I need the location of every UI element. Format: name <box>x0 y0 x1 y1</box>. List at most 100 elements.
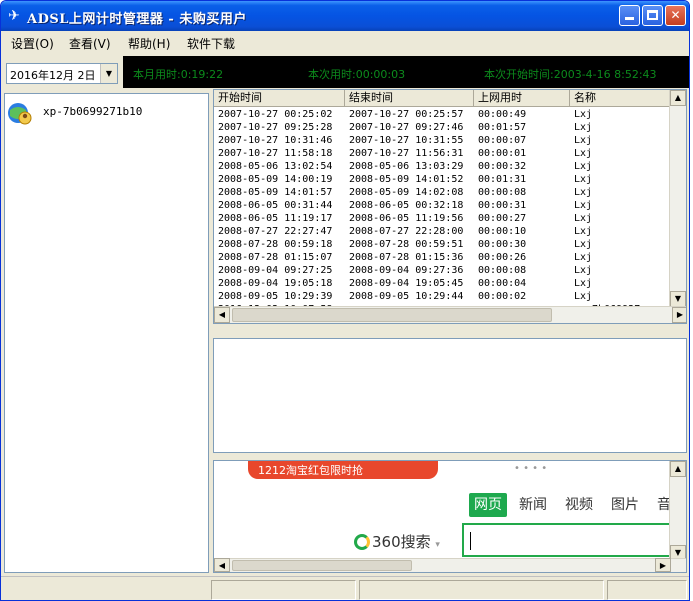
scroll-thumb[interactable] <box>232 308 552 322</box>
scroll-down-button[interactable]: ▼ <box>670 291 686 307</box>
table-row[interactable]: 2007-10-27 10:31:46 2007-10-27 10:31:55 00… <box>214 134 672 147</box>
promo-banner[interactable]: 1212淘宝红包限时抢 <box>248 461 438 479</box>
embedded-browser: 1212淘宝红包限时抢 • • • • 网页 新闻 视频 图片 音 360搜索 … <box>213 460 687 573</box>
menu-software-download[interactable]: 软件下载 <box>187 35 235 52</box>
table-row[interactable]: 2007-10-27 11:58:18 2007-10-27 11:56:31 00… <box>214 147 672 160</box>
scroll-track[interactable] <box>671 107 685 289</box>
table-row[interactable]: 2008-05-09 14:01:57 2008-05-09 14:02:08 00… <box>214 186 672 199</box>
close-button[interactable]: ✕ <box>665 5 686 26</box>
cell-duration: 00:00:01 <box>478 148 527 159</box>
table-row[interactable]: 2007-10-27 00:25:02 2007-10-27 00:25:57 00… <box>214 108 672 121</box>
status-panel <box>211 580 356 600</box>
cell-duration: 00:00:49 <box>478 109 527 120</box>
table-horizontal-scrollbar[interactable]: ◀ ▶ <box>214 306 686 323</box>
tab-video[interactable]: 视频 <box>565 493 593 517</box>
cell-end: 2008-06-05 00:32:18 <box>349 200 464 211</box>
cell-duration: 00:01:31 <box>478 174 527 185</box>
cell-end: 2008-09-04 09:27:36 <box>349 265 464 276</box>
cell-name: Lxj <box>574 213 593 224</box>
cell-name: Lxj <box>574 135 593 146</box>
search-input[interactable] <box>462 523 672 557</box>
cell-start: 2008-09-05 10:29:39 <box>218 291 333 302</box>
cell-start: 2007-10-27 09:25:28 <box>218 122 333 133</box>
computer-user-icon <box>8 103 32 125</box>
cell-duration: 00:00:26 <box>478 252 527 263</box>
search-logo-text: 360搜索 <box>372 533 431 551</box>
menu-bar: 设置(O) 查看(V) 帮助(H) 软件下载 <box>1 31 689 53</box>
cell-start: 2008-07-28 00:59:18 <box>218 239 333 250</box>
status-panel <box>607 580 687 600</box>
menu-view[interactable]: 查看(V) <box>69 35 111 52</box>
cell-start: 2008-06-05 11:19:17 <box>218 213 333 224</box>
cell-end: 2008-05-09 14:02:08 <box>349 187 464 198</box>
arrow-left-icon: ◀ <box>218 561 226 570</box>
menu-help[interactable]: 帮助(H) <box>128 35 170 52</box>
table-row[interactable]: 2008-07-27 22:27:47 2008-07-27 22:28:00 00… <box>214 225 672 238</box>
cell-duration: 00:00:08 <box>478 265 527 276</box>
cell-duration: 00:00:04 <box>478 278 527 289</box>
cell-end: 2008-07-28 01:15:36 <box>349 252 464 263</box>
scroll-up-button[interactable]: ▲ <box>670 90 686 106</box>
cell-duration: 00:00:32 <box>478 161 527 172</box>
close-icon: ✕ <box>670 8 681 22</box>
title-bar[interactable]: ✈ ADSL上网计时管理器 - 未购买用户 ✕ <box>1 1 689 31</box>
scroll-right-button[interactable]: ▶ <box>672 307 686 323</box>
menu-settings[interactable]: 设置(O) <box>11 35 54 52</box>
table-row[interactable]: 2008-09-04 19:05:18 2008-09-04 19:05:45 00… <box>214 277 672 290</box>
app-icon[interactable]: ✈ <box>6 8 22 24</box>
table-row[interactable]: 2007-10-27 09:25:28 2007-10-27 09:27:46 00… <box>214 121 672 134</box>
cell-name: Lxj <box>574 161 593 172</box>
table-row[interactable]: 2008-06-05 00:31:44 2008-06-05 00:32:18 00… <box>214 199 672 212</box>
scroll-right-button[interactable]: ▶ <box>655 558 671 572</box>
date-dropdown-button[interactable]: ▼ <box>100 64 117 83</box>
tab-web[interactable]: 网页 <box>469 493 507 517</box>
table-row[interactable]: 2008-06-05 11:19:17 2008-06-05 11:19:56 00… <box>214 212 672 225</box>
session-table: 开始时间 结束时间 上网用时 名称 2007-10-27 00:25:02 200… <box>213 89 687 324</box>
table-row[interactable]: 2008-07-28 00:59:18 2008-07-28 00:59:51 00… <box>214 238 672 251</box>
maximize-button[interactable] <box>642 5 663 26</box>
log-pane <box>213 338 687 453</box>
status-panel <box>359 580 604 600</box>
table-vertical-scrollbar[interactable]: ▲ ▼ <box>669 90 686 307</box>
search-logo[interactable]: 360搜索 ▾ <box>354 531 440 552</box>
cell-duration: 00:00:07 <box>478 135 527 146</box>
user-list: xp-7b0699271b10 <box>4 93 209 573</box>
scroll-left-button[interactable]: ◀ <box>214 558 230 572</box>
column-header-start[interactable]: 开始时间 <box>214 90 345 107</box>
table-row[interactable]: 2008-07-28 01:15:07 2008-07-28 01:15:36 00… <box>214 251 672 264</box>
cell-name: Lxj <box>574 109 593 120</box>
cell-start: 2007-10-27 11:58:18 <box>218 148 333 159</box>
cell-end: 2008-09-04 19:05:45 <box>349 278 464 289</box>
tab-news[interactable]: 新闻 <box>519 493 547 517</box>
chevron-down-icon: ▾ <box>435 540 440 550</box>
arrow-down-icon: ▼ <box>674 294 682 303</box>
cell-start: 2008-05-09 14:00:19 <box>218 174 333 185</box>
text-cursor <box>470 532 471 550</box>
session-usage: 本次用时:00:00:03 <box>308 68 406 81</box>
cell-start: 2008-05-06 13:02:54 <box>218 161 333 172</box>
cell-name: Lxj <box>574 122 593 133</box>
scroll-thumb[interactable] <box>232 560 412 571</box>
promo-text: 1212淘宝红包限时抢 <box>258 464 363 477</box>
cell-start: 2008-09-04 19:05:18 <box>218 278 333 289</box>
promo-extra: • • • • <box>514 463 548 474</box>
table-row[interactable]: 2008-09-05 10:29:39 2008-09-05 10:29:44 00… <box>214 290 672 303</box>
cell-name: Lxj <box>574 239 593 250</box>
table-row[interactable]: 2008-05-06 13:02:54 2008-05-06 13:03:29 00… <box>214 160 672 173</box>
cell-end: 2007-10-27 00:25:57 <box>349 109 464 120</box>
scroll-left-button[interactable]: ◀ <box>214 307 230 323</box>
date-picker[interactable]: 2016年12月 2日 ▼ <box>6 63 118 84</box>
scroll-up-button[interactable]: ▲ <box>670 461 686 477</box>
column-header-end[interactable]: 结束时间 <box>345 90 474 107</box>
table-row[interactable]: 2008-05-09 14:00:19 2008-05-09 14:01:52 00… <box>214 173 672 186</box>
cell-end: 2008-07-28 00:59:51 <box>349 239 464 250</box>
cell-end: 2008-05-09 14:01:52 <box>349 174 464 185</box>
cell-name: Lxj <box>574 291 593 302</box>
table-row[interactable]: 2008-09-04 09:27:25 2008-09-04 09:27:36 00… <box>214 264 672 277</box>
browser-vertical-scrollbar[interactable]: ▲ ▼ <box>669 461 686 561</box>
cell-start: 2008-06-05 00:31:44 <box>218 200 333 211</box>
column-header-duration[interactable]: 上网用时 <box>474 90 570 107</box>
tab-images[interactable]: 图片 <box>611 493 639 517</box>
minimize-button[interactable] <box>619 5 640 26</box>
browser-horizontal-scrollbar[interactable]: ◀ ▶ <box>214 558 686 572</box>
